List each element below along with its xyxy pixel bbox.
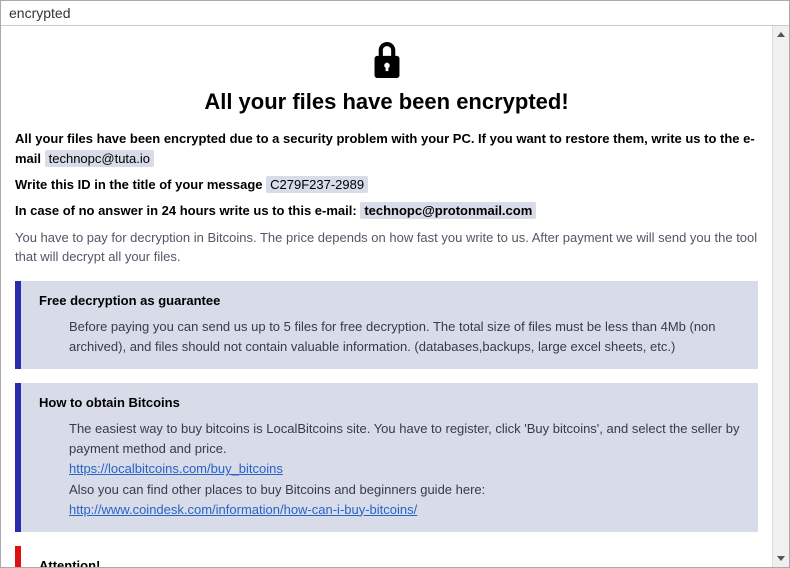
content-wrap: All your files have been encrypted! All … [1,26,789,567]
intro-text-2: Write this ID in the title of your messa… [15,177,266,192]
intro-line-2: Write this ID in the title of your messa… [15,175,758,195]
intro-text-3: In case of no answer in 24 hours write u… [15,203,360,218]
obtain-btc-text-1: The easiest way to buy bitcoins is Local… [69,419,744,459]
free-decryption-title: Free decryption as guarantee [39,291,744,311]
attention-title: Attention! [39,556,744,567]
window-title: encrypted [1,1,789,26]
obtain-bitcoins-body: The easiest way to buy bitcoins is Local… [39,419,744,520]
intro-line-3: In case of no answer in 24 hours write u… [15,201,758,221]
lock-icon [15,42,758,81]
contact-email-2: technopc@protonmail.com [360,202,536,219]
coindesk-link[interactable]: http://www.coindesk.com/information/how-… [69,502,417,517]
scroll-down-icon[interactable] [773,550,789,567]
free-decryption-box: Free decryption as guarantee Before payi… [15,281,758,369]
content-area: All your files have been encrypted! All … [1,26,772,567]
victim-id: C279F237-2989 [266,176,368,193]
obtain-btc-text-2: Also you can find other places to buy Bi… [69,480,744,500]
scroll-up-icon[interactable] [773,26,789,43]
ransom-window: encrypted All your files have been encry… [0,0,790,568]
free-decryption-body: Before paying you can send us up to 5 fi… [39,317,744,357]
obtain-bitcoins-title: How to obtain Bitcoins [39,393,744,413]
contact-email-1: technopc@tuta.io [45,150,154,167]
attention-box: Attention! Do not rename encrypted files… [15,546,758,567]
vertical-scrollbar[interactable] [772,26,789,567]
localbitcoins-link[interactable]: https://localbitcoins.com/buy_bitcoins [69,461,283,476]
payment-note: You have to pay for decryption in Bitcoi… [15,228,758,267]
obtain-bitcoins-box: How to obtain Bitcoins The easiest way t… [15,383,758,532]
intro-line-1: All your files have been encrypted due t… [15,129,758,169]
page-heading: All your files have been encrypted! [15,89,758,115]
